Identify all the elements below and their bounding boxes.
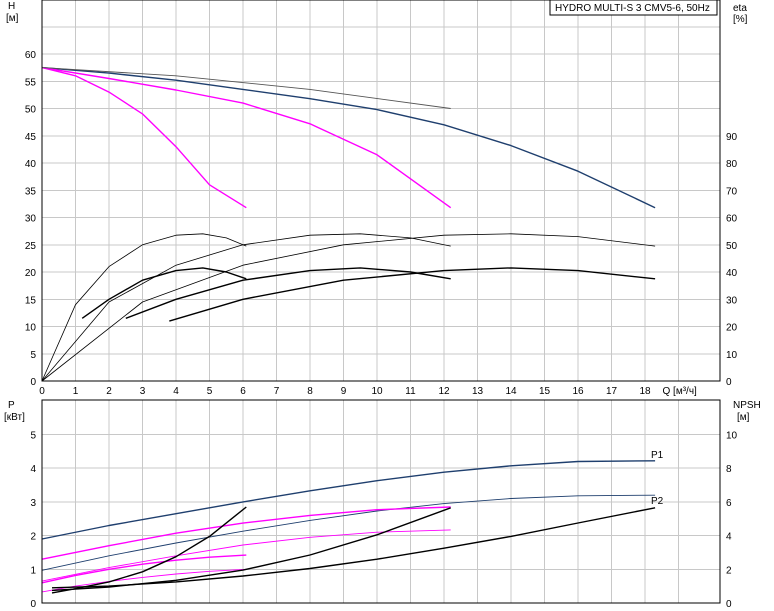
top-left-tick-label: 5 (30, 350, 36, 361)
x-tick-label: 15 (539, 386, 551, 397)
top-left-tick-label: 55 (25, 77, 37, 88)
x-tick-label: 18 (639, 386, 651, 397)
x-tick-label: 1 (73, 386, 79, 397)
bottom-series-line-7 (51, 507, 451, 592)
top-series-line-3 (41, 67, 451, 109)
top-left-tick-label: 25 (25, 241, 37, 252)
top-right-tick-label: 10 (726, 350, 738, 361)
bottom-left-axis-unit: [кВт] (4, 412, 25, 423)
top-right-axis-label: eta (733, 3, 747, 14)
top-left-tick-label: 20 (25, 268, 37, 279)
x-tick-label: 0 (39, 386, 45, 397)
x-tick-label: 13 (472, 386, 484, 397)
pump-curves-chart: 0510152025303540455055600102030405060708… (4, 0, 761, 610)
top-left-axis-unit: [м] (6, 13, 19, 24)
bottom-left-axis-label: P (8, 400, 15, 411)
bottom-left-tick-label: 1 (30, 565, 36, 576)
bottom-right-tick-label: 10 (726, 431, 738, 442)
top-left-tick-label: 35 (25, 186, 37, 197)
top-right-axis-unit: [%] (733, 14, 748, 25)
power-npsh-panel: 0 1 2 3 4 5 0 2 4 6 8 10 P [кВт] NPSH [м] P1 P2 (4, 399, 761, 610)
top-series-line-8 (125, 267, 451, 319)
x-tick-label: 17 (606, 386, 618, 397)
bottom-right-tick-label: 4 (726, 532, 732, 543)
annotation-p1: P1 (651, 450, 664, 461)
x-tick-label: 10 (371, 386, 383, 397)
chart-title: HYDRO MULTI-S 3 CMV5-6, 50Hz (555, 3, 710, 14)
top-right-tick-label: 40 (726, 268, 738, 279)
x-tick-label: 5 (207, 386, 213, 397)
top-right-tick-label: 70 (726, 186, 738, 197)
x-tick-label: 16 (572, 386, 584, 397)
bottom-right-tick-label: 0 (726, 599, 732, 610)
x-tick-label: 6 (240, 386, 246, 397)
top-left-tick-label: 50 (25, 105, 37, 116)
top-right-tick-label: 90 (726, 132, 738, 143)
top-right-tick-label: 60 (726, 214, 738, 225)
x-tick-label: 3 (140, 386, 146, 397)
bottom-right-tick-label: 8 (726, 464, 732, 475)
top-right-tick-label: 20 (726, 323, 738, 334)
x-tick-label: Q [м³/ч] (663, 386, 698, 397)
top-series-line-5 (41, 233, 451, 382)
top-left-tick-label: 45 (25, 132, 37, 143)
bottom-series-line-0 (41, 460, 656, 540)
top-series-line-7 (81, 267, 247, 319)
top-left-tick-label: 30 (25, 214, 37, 225)
bottom-grid (42, 400, 720, 603)
top-tick-labels: 0510152025303540455055600102030405060708… (25, 50, 738, 397)
x-tick-label: 2 (106, 386, 112, 397)
x-tick-label: 12 (438, 386, 450, 397)
x-tick-label: 7 (274, 386, 280, 397)
top-right-tick-label: 30 (726, 295, 738, 306)
bottom-series-group (41, 460, 656, 594)
top-right-tick-label: 80 (726, 159, 738, 170)
top-series-line-9 (169, 267, 656, 322)
bottom-left-tick-label: 4 (30, 464, 36, 475)
top-series-group (41, 66, 656, 382)
top-series-line-0 (41, 66, 656, 209)
bottom-right-tick-label: 6 (726, 498, 732, 509)
bottom-left-tick-label: 0 (30, 599, 36, 610)
bottom-series-line-1 (41, 494, 656, 571)
top-left-tick-label: 40 (25, 159, 37, 170)
bottom-left-tick-label: 5 (30, 431, 36, 442)
x-tick-label: 11 (405, 386, 416, 397)
top-series-line-2 (41, 66, 247, 209)
annotation-p2: P2 (651, 496, 664, 507)
x-tick-label: 9 (341, 386, 347, 397)
top-right-tick-label: 50 (726, 241, 738, 252)
bottom-series-line-2 (41, 506, 451, 560)
top-left-axis-label: H (8, 1, 15, 12)
bottom-right-axis-label: NPSH (733, 400, 761, 411)
top-right-tick-label: 0 (726, 377, 732, 388)
bottom-series-line-3 (41, 529, 451, 582)
bottom-right-tick-label: 2 (726, 565, 732, 576)
x-tick-label: 14 (505, 386, 517, 397)
bottom-left-tick-label: 2 (30, 532, 36, 543)
bottom-series-line-8 (51, 506, 247, 594)
top-left-tick-label: 15 (25, 295, 37, 306)
top-left-tick-label: 60 (25, 50, 37, 61)
top-left-tick-label: 10 (25, 323, 37, 334)
x-tick-label: 8 (307, 386, 313, 397)
x-tick-label: 4 (173, 386, 179, 397)
top-left-tick-label: 0 (30, 377, 36, 388)
head-efficiency-panel: 0510152025303540455055600102030405060708… (6, 0, 748, 397)
bottom-left-tick-label: 3 (30, 498, 36, 509)
bottom-right-axis-unit: [м] (737, 412, 750, 423)
top-series-line-6 (41, 233, 656, 382)
